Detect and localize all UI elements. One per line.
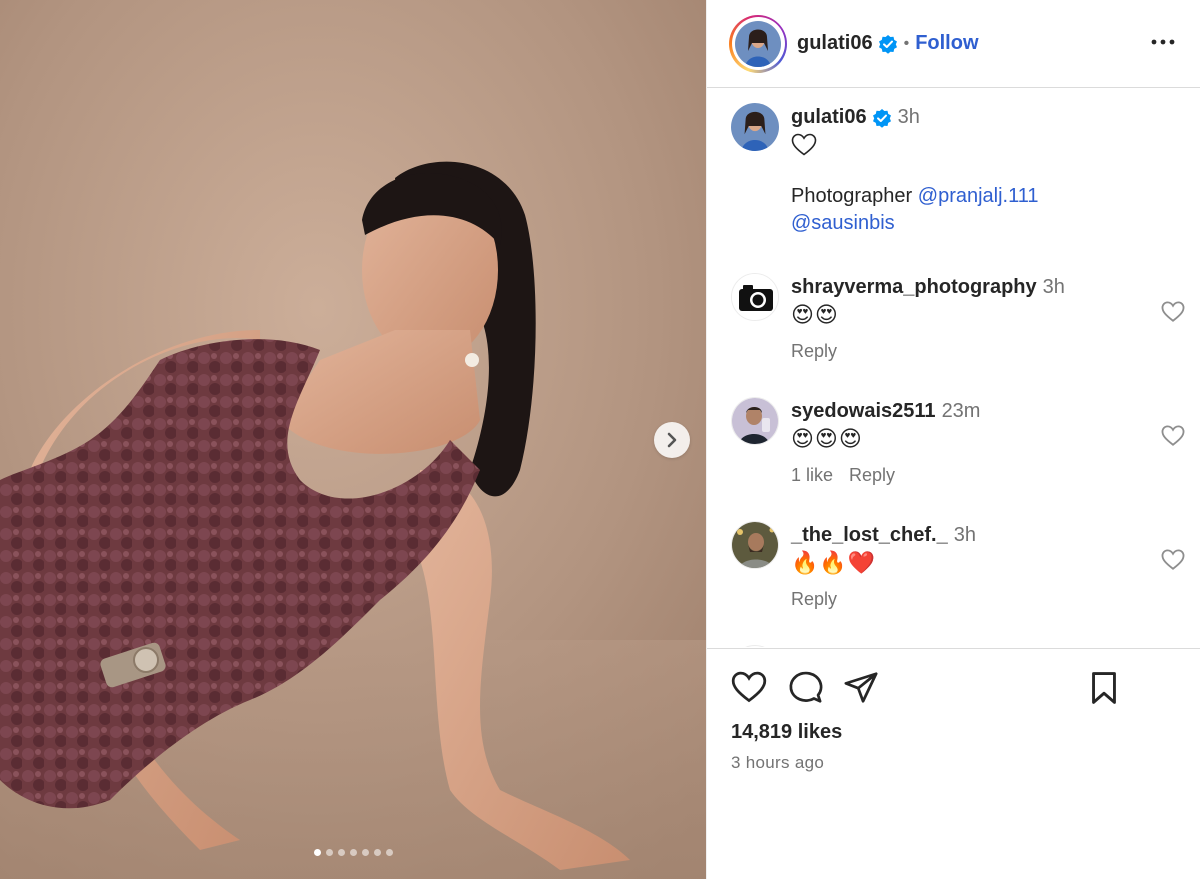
- post-actions: 14,819 likes 3 hours ago: [707, 648, 1200, 879]
- share-icon[interactable]: [843, 671, 879, 704]
- more-horizontal-icon[interactable]: [1151, 30, 1175, 54]
- like-icon[interactable]: [731, 671, 767, 704]
- caption-username[interactable]: gulati06: [791, 106, 867, 128]
- caption-text: Photographer @pranjalj.111 @sausinbis: [791, 183, 1171, 237]
- comment-text: 🔥🔥❤️: [791, 550, 877, 575]
- avatar[interactable]: [731, 521, 779, 569]
- carousel-indicator: [0, 849, 706, 856]
- heart-outline-icon: [791, 133, 817, 156]
- carousel-dot: [325, 849, 333, 856]
- heart-outline-icon[interactable]: [1161, 301, 1185, 323]
- user-photo: [732, 398, 778, 444]
- bookmark-icon[interactable]: [1089, 671, 1119, 705]
- comments-list[interactable]: gulati06 3h Photographer @pranjalj.111 @…: [707, 89, 1200, 647]
- comment-likes[interactable]: 1 like: [791, 465, 833, 485]
- post-timestamp[interactable]: 3 hours ago: [731, 753, 824, 773]
- comment-username[interactable]: _the_lost_chef._: [791, 524, 948, 546]
- mention-link[interactable]: @sausinbis: [791, 212, 895, 234]
- verified-badge-icon: [878, 34, 897, 54]
- camera-icon: [732, 274, 778, 320]
- carousel-dot: [337, 849, 345, 856]
- comment-text: 😍😍: [791, 302, 839, 327]
- post-photo: [0, 0, 706, 879]
- story-ring[interactable]: [729, 14, 787, 73]
- reply-button[interactable]: Reply: [849, 465, 895, 485]
- caption-time[interactable]: 3h: [898, 106, 920, 128]
- comment-time[interactable]: 23m: [942, 400, 981, 422]
- avatar[interactable]: [731, 273, 779, 321]
- header-separator: •: [903, 34, 910, 52]
- post-header: gulati06 • Follow: [707, 0, 1200, 88]
- avatar[interactable]: [731, 103, 779, 151]
- heart-outline-icon[interactable]: [1161, 549, 1185, 571]
- heart-outline-icon[interactable]: [1161, 425, 1185, 447]
- caption-text-prefix: Photographer: [791, 185, 918, 207]
- post-side-panel: gulati06 • Follow gulati06 3h Photograph…: [706, 0, 1200, 879]
- next-slide-button[interactable]: [654, 422, 690, 458]
- likes-count[interactable]: 14,819 likes: [731, 721, 842, 744]
- verified-badge-icon: [872, 108, 891, 128]
- user-photo: [732, 522, 778, 568]
- comment-username[interactable]: shrayverma_photography: [791, 276, 1037, 298]
- chevron-right-icon: [667, 432, 677, 448]
- post-media[interactable]: [0, 0, 706, 879]
- comment-icon[interactable]: [787, 671, 823, 704]
- reply-button[interactable]: Reply: [791, 341, 837, 361]
- comment-username[interactable]: syedowais2511: [791, 400, 936, 422]
- post-author-username[interactable]: gulati06: [797, 32, 873, 55]
- carousel-dot: [349, 849, 357, 856]
- avatar[interactable]: [731, 397, 779, 445]
- carousel-dot: [373, 849, 381, 856]
- follow-button[interactable]: Follow: [915, 32, 978, 55]
- mention-link[interactable]: @pranjalj.111: [918, 185, 1039, 207]
- avatar: [735, 20, 781, 67]
- carousel-dot: [313, 849, 321, 856]
- avatar[interactable]: [731, 645, 779, 647]
- carousel-dot: [361, 849, 369, 856]
- comment-time[interactable]: 3h: [954, 524, 976, 546]
- comment-time[interactable]: 3h: [1043, 276, 1065, 298]
- comment-text: 😍😍😍: [791, 426, 863, 451]
- reply-button[interactable]: Reply: [791, 589, 837, 609]
- carousel-dot: [385, 849, 393, 856]
